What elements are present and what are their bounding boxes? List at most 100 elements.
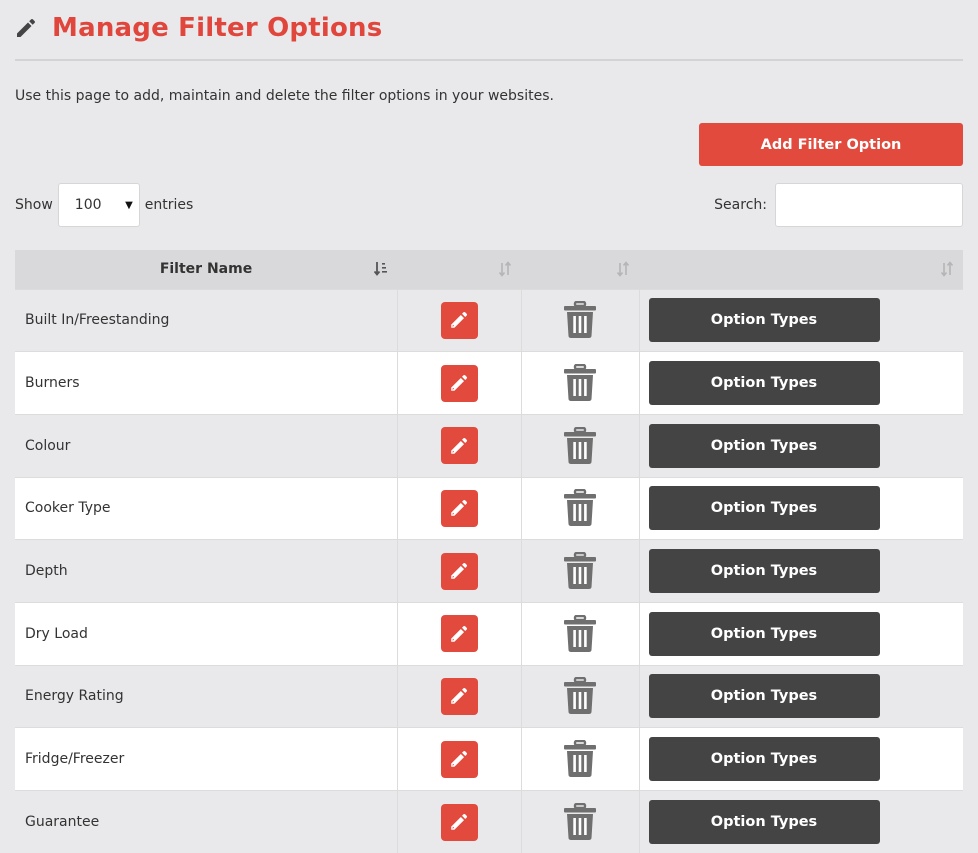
filter-name: Dry Load bbox=[25, 625, 88, 642]
delete-cell bbox=[521, 476, 640, 540]
table-row: Cooker Type Option Types bbox=[15, 476, 963, 540]
filter-name: Built In/Freestanding bbox=[25, 312, 170, 329]
filter-name-cell: Energy Rating bbox=[15, 664, 398, 728]
filter-name-cell: Dry Load bbox=[15, 601, 398, 666]
filter-name-cell: Fridge/Freezer bbox=[15, 727, 398, 791]
filter-name: Guarantee bbox=[25, 814, 100, 831]
option-types-cell: Option Types bbox=[639, 601, 963, 666]
table-row: Fridge/Freezer Option Types bbox=[15, 727, 963, 791]
delete-button[interactable] bbox=[563, 426, 597, 465]
option-types-button[interactable]: Option Types bbox=[648, 674, 880, 719]
table-row: Burners Option Types bbox=[15, 351, 963, 415]
search-label: Search: bbox=[714, 197, 767, 213]
edit-cell bbox=[397, 539, 522, 603]
table-body: Built In/Freestanding Option Types Burne… bbox=[15, 288, 963, 853]
option-types-cell: Option Types bbox=[639, 351, 963, 415]
column-header-label: Filter Name bbox=[159, 261, 253, 278]
trash-icon bbox=[564, 489, 596, 527]
option-types-cell: Option Types bbox=[639, 539, 963, 603]
entries-length-control: Show 100 ▼ entries bbox=[15, 183, 193, 227]
edit-cell bbox=[397, 413, 522, 478]
page-title: Manage Filter Options bbox=[52, 13, 383, 43]
header-divider bbox=[15, 59, 963, 61]
edit-button[interactable] bbox=[440, 301, 478, 339]
trash-icon bbox=[564, 677, 596, 715]
trash-icon bbox=[564, 614, 596, 652]
entries-select-value: 100 bbox=[74, 197, 102, 213]
trash-icon bbox=[564, 301, 596, 339]
page-description: Use this page to add, maintain and delet… bbox=[15, 88, 554, 104]
column-header-delete[interactable] bbox=[521, 250, 639, 289]
filter-name: Depth bbox=[25, 563, 68, 580]
filter-name-cell: Colour bbox=[15, 413, 398, 478]
edit-button[interactable] bbox=[440, 677, 478, 715]
delete-button[interactable] bbox=[563, 552, 597, 590]
pencil-icon bbox=[451, 751, 468, 767]
trash-icon bbox=[564, 803, 596, 841]
table-row: Colour Option Types bbox=[15, 413, 963, 478]
option-types-cell: Option Types bbox=[639, 664, 963, 728]
sort-both-icon bbox=[616, 261, 630, 277]
pencil-icon bbox=[451, 814, 468, 830]
filter-options-table: Filter Name Built In/Freestanding Option… bbox=[15, 250, 963, 853]
option-types-button[interactable]: Option Types bbox=[648, 298, 880, 343]
edit-button[interactable] bbox=[440, 740, 478, 778]
table-row: Energy Rating Option Types bbox=[15, 664, 963, 728]
search-control: Search: bbox=[714, 183, 963, 227]
show-label: Show bbox=[15, 197, 53, 213]
option-types-cell: Option Types bbox=[639, 288, 963, 352]
sort-both-icon bbox=[940, 261, 954, 277]
column-header-options[interactable] bbox=[639, 250, 963, 289]
option-types-cell: Option Types bbox=[639, 413, 963, 478]
page-header: Manage Filter Options bbox=[14, 8, 382, 48]
delete-button[interactable] bbox=[563, 489, 597, 527]
delete-button[interactable] bbox=[563, 803, 597, 841]
option-types-button[interactable]: Option Types bbox=[648, 611, 880, 656]
search-input[interactable] bbox=[775, 183, 963, 227]
option-types-button[interactable]: Option Types bbox=[648, 737, 880, 782]
pencil-icon bbox=[451, 563, 468, 579]
filter-name: Energy Rating bbox=[25, 688, 124, 705]
edit-cell bbox=[397, 727, 522, 791]
table-row: Guarantee Option Types bbox=[15, 790, 963, 853]
delete-cell bbox=[521, 539, 640, 603]
column-header-filter-name[interactable]: Filter Name bbox=[15, 250, 397, 289]
option-types-button[interactable]: Option Types bbox=[648, 423, 880, 468]
entries-select[interactable]: 100 ▼ bbox=[57, 183, 140, 227]
edit-button[interactable] bbox=[440, 552, 478, 590]
filter-name: Colour bbox=[25, 437, 71, 454]
delete-cell bbox=[521, 351, 640, 415]
option-types-button[interactable]: Option Types bbox=[648, 361, 880, 406]
delete-cell bbox=[521, 413, 640, 478]
add-filter-option-button[interactable]: Add Filter Option bbox=[699, 123, 963, 166]
pencil-icon bbox=[451, 688, 468, 705]
filter-name: Cooker Type bbox=[25, 500, 111, 517]
option-types-button[interactable]: Option Types bbox=[648, 800, 880, 845]
delete-button[interactable] bbox=[563, 740, 597, 778]
option-types-button[interactable]: Option Types bbox=[648, 549, 880, 594]
option-types-cell: Option Types bbox=[639, 790, 963, 853]
trash-icon bbox=[564, 552, 596, 590]
edit-button[interactable] bbox=[440, 803, 478, 841]
filter-name-cell: Guarantee bbox=[15, 790, 398, 853]
option-types-button[interactable]: Option Types bbox=[648, 486, 880, 531]
delete-button[interactable] bbox=[563, 614, 597, 653]
edit-button[interactable] bbox=[440, 427, 478, 465]
delete-button[interactable] bbox=[563, 677, 597, 715]
pencil-icon bbox=[451, 500, 468, 517]
filter-name: Fridge/Freezer bbox=[25, 751, 125, 768]
delete-button[interactable] bbox=[563, 364, 597, 402]
pencil-icon bbox=[14, 15, 40, 41]
edit-button[interactable] bbox=[440, 615, 478, 653]
pencil-icon bbox=[451, 312, 468, 329]
edit-cell bbox=[397, 601, 522, 666]
pencil-icon bbox=[451, 625, 468, 642]
filter-name-cell: Built In/Freestanding bbox=[15, 288, 398, 352]
option-types-cell: Option Types bbox=[639, 476, 963, 540]
edit-button[interactable] bbox=[440, 489, 478, 527]
column-header-edit[interactable] bbox=[397, 250, 521, 289]
edit-button[interactable] bbox=[440, 364, 478, 402]
delete-cell bbox=[521, 790, 640, 853]
trash-icon bbox=[564, 426, 596, 464]
delete-button[interactable] bbox=[563, 301, 597, 339]
